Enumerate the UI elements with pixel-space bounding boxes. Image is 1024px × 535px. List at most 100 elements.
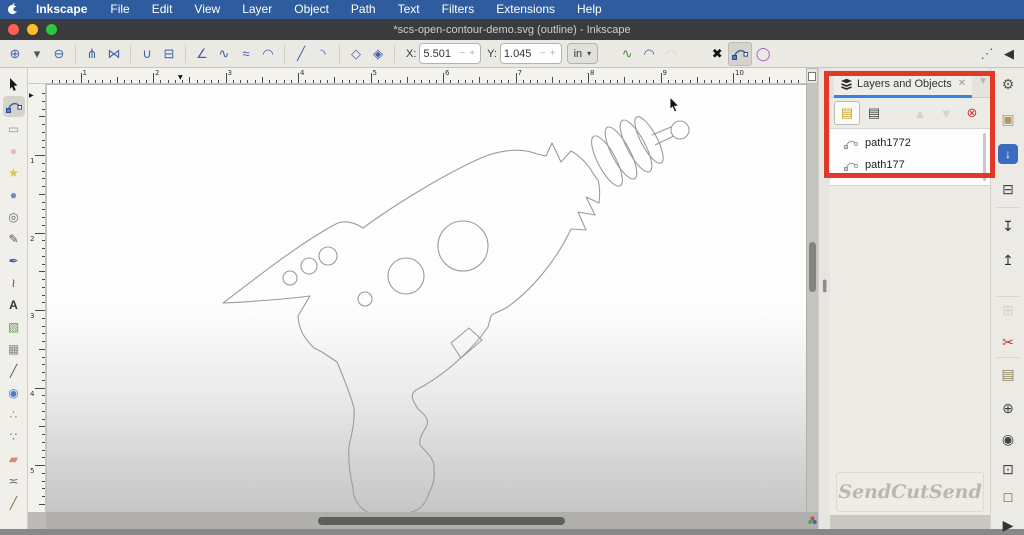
object-list-item[interactable]: path1772 (830, 132, 990, 154)
menu-item-object[interactable]: Object (283, 0, 340, 19)
box3d-tool[interactable]: ● (3, 184, 25, 205)
spray-tool[interactable]: ∵ (3, 426, 25, 447)
object-list-item[interactable]: path177 (830, 154, 990, 176)
vertical-scrollbar[interactable] (806, 84, 818, 512)
lower-item-icon[interactable]: ▼ (934, 102, 958, 124)
zoom-selection-icon[interactable]: □ (998, 487, 1018, 507)
edit-clipping-path-icon[interactable]: ◠ (638, 43, 660, 65)
ruler-number: 5 (373, 69, 377, 77)
list-scrollbar[interactable] (983, 133, 986, 181)
cut-icon[interactable]: ✂ (998, 332, 1018, 352)
join-nodes-icon[interactable]: ⋈ (103, 43, 125, 65)
zoom-in-icon[interactable]: ⊕ (998, 398, 1018, 418)
ruler-number: 6 (445, 69, 449, 77)
menu-item-view[interactable]: View (183, 0, 231, 19)
object-to-path-icon[interactable]: ◇ (345, 43, 367, 65)
gradient-tool[interactable]: ▧ (3, 316, 25, 337)
ellipse-tool[interactable]: ● (3, 140, 25, 161)
menu-item-help[interactable]: Help (566, 0, 613, 19)
line-segment-icon[interactable]: ╱ (290, 43, 312, 65)
paste-icon[interactable]: ▤ (998, 364, 1018, 384)
current-layer-icon[interactable]: ▤ (834, 101, 860, 125)
page-icon (808, 72, 816, 81)
corner-node-icon[interactable]: ∠ (191, 43, 213, 65)
edit-mask-icon[interactable]: ◠ (660, 43, 682, 65)
spiral-tool[interactable]: ◎ (3, 206, 25, 227)
pen-tool[interactable]: ✒ (3, 250, 25, 271)
tweak-tool[interactable]: ∴ (3, 404, 25, 425)
horizontal-scrollbar[interactable] (46, 512, 806, 529)
show-transform-handles-icon[interactable]: ✖ (706, 43, 728, 65)
tab-layers-and-objects[interactable]: Layers and Objects ✕ (834, 72, 972, 98)
pencil-tool[interactable]: ✎ (3, 228, 25, 249)
menu-app-name[interactable]: Inkscape (24, 0, 99, 19)
eraser-tool[interactable]: ▰ (3, 448, 25, 469)
curve-segment-icon[interactable]: ◝ (312, 43, 334, 65)
close-tab-icon[interactable]: ✕ (958, 78, 966, 89)
join-with-segment-icon[interactable]: ∪ (136, 43, 158, 65)
menu-item-path[interactable]: Path (340, 0, 387, 19)
x-plus-stepper[interactable]: + (467, 48, 477, 59)
menu-item-filters[interactable]: Filters (431, 0, 486, 19)
document-properties-icon[interactable]: ⚙ (998, 74, 1018, 94)
canvas-corner-button[interactable] (806, 68, 818, 84)
node-tool[interactable] (3, 96, 25, 117)
x-minus-stepper[interactable]: − (457, 48, 467, 59)
menu-item-text[interactable]: Text (387, 0, 431, 19)
break-path-icon[interactable]: ⋔ (81, 43, 103, 65)
insert-node-icon[interactable]: ⊕ (4, 43, 26, 65)
panel-splitter[interactable]: ●●●● (818, 68, 830, 529)
mesh-gradient-tool[interactable]: ▦ (3, 338, 25, 359)
apple-icon[interactable] (0, 2, 24, 18)
connector-tool[interactable]: ≍ (3, 470, 25, 491)
import-icon[interactable]: ↧ (998, 216, 1018, 236)
vertical-scrollbar-thumb[interactable] (809, 242, 816, 292)
next-path-effect-icon[interactable]: ∿ (616, 43, 638, 65)
stroke-to-path-icon[interactable]: ◈ (367, 43, 389, 65)
zoom-drawing-icon[interactable]: ◉ (998, 429, 1018, 449)
raise-item-icon[interactable]: ▲ (908, 102, 932, 124)
canvas[interactable] (46, 84, 806, 512)
menu-item-extensions[interactable]: Extensions (485, 0, 566, 19)
delete-item-icon[interactable]: ⊗ (960, 102, 984, 124)
delete-node-icon[interactable]: ⊖ (48, 43, 70, 65)
zoom-page-icon[interactable]: ⊡ (998, 459, 1018, 479)
y-minus-stepper[interactable]: − (538, 48, 548, 59)
horizontal-scrollbar-thumb[interactable] (318, 517, 565, 525)
color-management-toggle[interactable] (806, 512, 818, 529)
x-coordinate-field[interactable]: 5.501 − + (419, 43, 481, 64)
open-document-icon[interactable]: ▣ (998, 109, 1018, 129)
snapping-icon[interactable]: ⋰ (976, 43, 998, 65)
y-coordinate-field[interactable]: 1.045 − + (500, 43, 562, 64)
save-icon[interactable]: ↓ (998, 144, 1018, 164)
export-icon[interactable]: ↥ (998, 250, 1018, 270)
menu-item-edit[interactable]: Edit (141, 0, 184, 19)
star-tool[interactable]: ★ (3, 162, 25, 183)
dock-arrow-icon[interactable]: ▼ (978, 76, 988, 87)
selector-tool[interactable] (3, 74, 25, 95)
symmetric-node-icon[interactable]: ≈ (235, 43, 257, 65)
show-bezier-handles-icon[interactable] (728, 42, 752, 66)
menu-item-file[interactable]: File (99, 0, 140, 19)
collapse-toolbar-icon[interactable]: ◀ (998, 43, 1020, 65)
smooth-node-icon[interactable]: ∿ (213, 43, 235, 65)
y-coordinate-label: Y: (487, 48, 497, 60)
unit-dropdown[interactable]: in ▾ (567, 43, 599, 64)
rectangle-tool[interactable]: ▭ (3, 118, 25, 139)
y-plus-stepper[interactable]: + (548, 48, 558, 59)
auto-smooth-node-icon[interactable]: ◠ (257, 43, 279, 65)
dropper-tool[interactable]: ╱ (3, 360, 25, 381)
show-path-outline-icon[interactable]: ◯ (752, 43, 774, 65)
menu-item-layer[interactable]: Layer (231, 0, 283, 19)
measure-tool[interactable]: ╱ (3, 492, 25, 513)
expand-dock-icon[interactable]: ▶ (998, 515, 1018, 535)
insert-node-dropdown[interactable]: ▾ (26, 43, 48, 65)
text-tool[interactable]: A (3, 294, 25, 315)
copy-icon[interactable]: ⊞ (998, 300, 1018, 320)
print-icon[interactable]: ⊟ (998, 179, 1018, 199)
delete-segment-icon[interactable]: ⊟ (158, 43, 180, 65)
calligraphy-tool[interactable]: ≀ (3, 272, 25, 293)
splitter-grip[interactable]: ●●●● (822, 280, 827, 292)
paint-bucket-tool[interactable]: ◉ (3, 382, 25, 403)
add-layer-icon[interactable]: ▤ (862, 102, 886, 124)
